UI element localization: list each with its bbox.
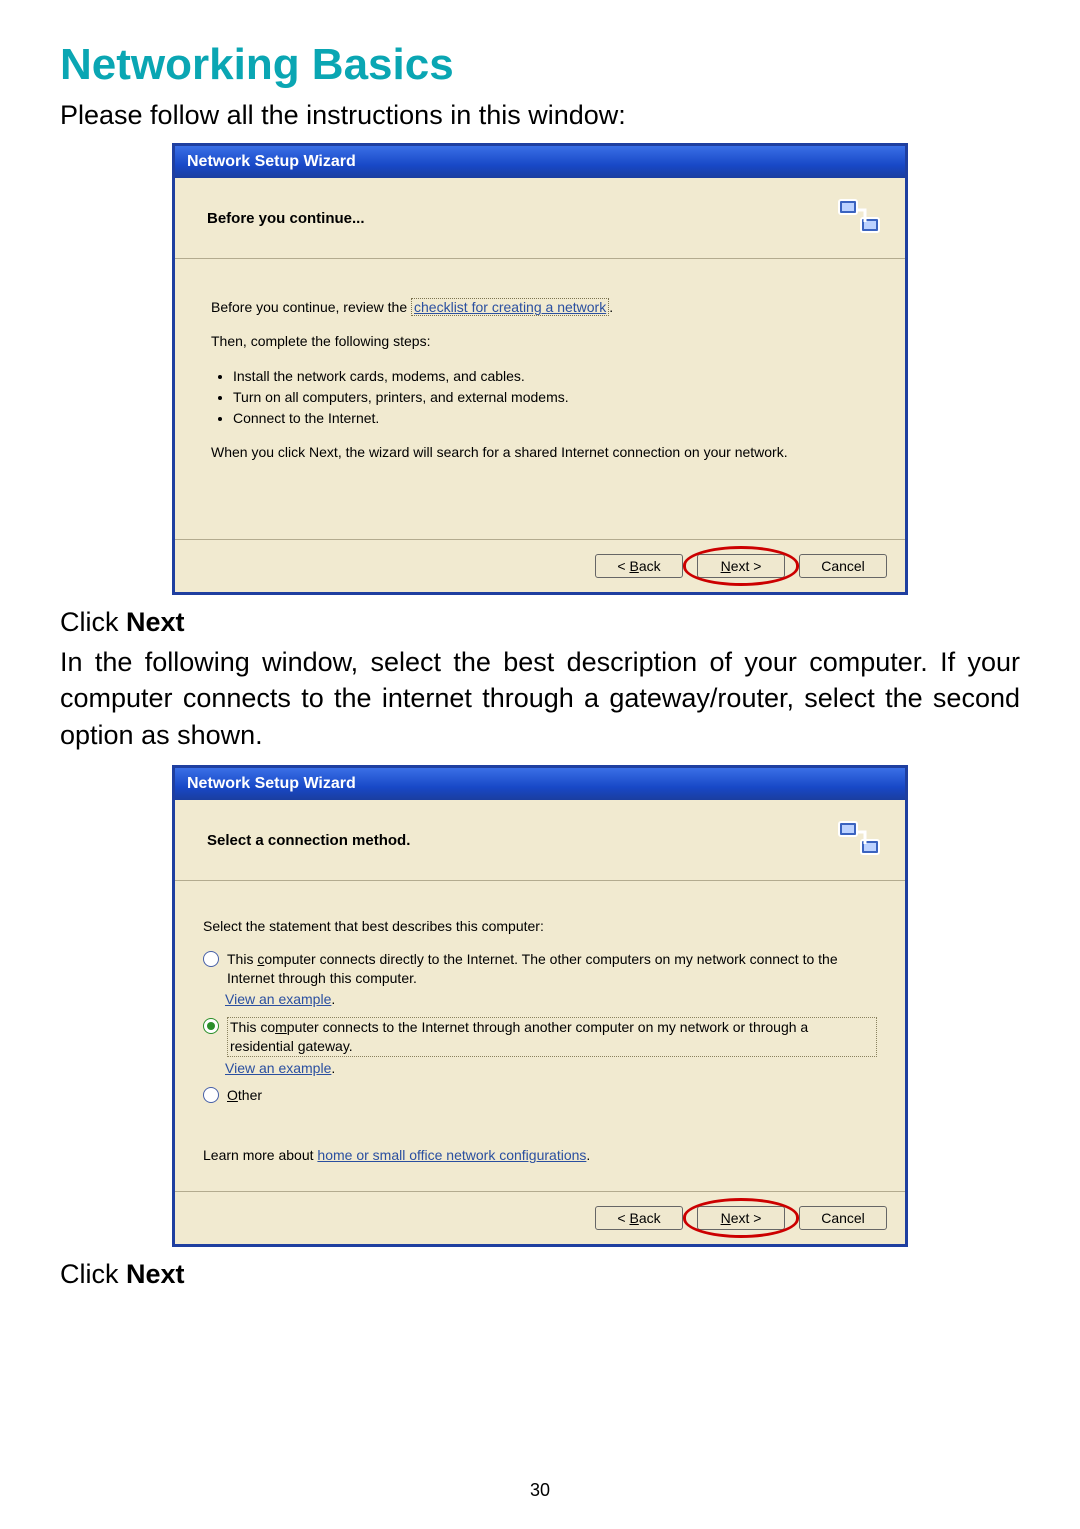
radio-option-gateway[interactable]: This computer connects to the Internet t… <box>203 1017 877 1057</box>
view-example-link-1[interactable]: View an example. <box>225 990 877 1009</box>
text: puter connects to the Internet through a… <box>230 1019 808 1054</box>
search-line: When you click Next, the wizard will sea… <box>211 442 869 462</box>
back-button[interactable]: < Back <box>595 554 683 578</box>
text: This co <box>230 1019 275 1035</box>
wizard-body: Before you continue, review the checklis… <box>175 259 905 539</box>
text: ther <box>238 1087 262 1103</box>
radio-icon <box>203 951 219 967</box>
steps-list: Install the network cards, modems, and c… <box>211 366 869 429</box>
wizard-header-text: Select a connection method. <box>207 832 410 849</box>
text: Before you continue, review the <box>211 299 411 315</box>
radio-icon <box>203 1087 219 1103</box>
text: N <box>721 558 731 574</box>
page-title: Networking Basics <box>60 40 1020 90</box>
list-item: Install the network cards, modems, and c… <box>233 366 869 386</box>
description-text: In the following window, select the best… <box>60 644 1020 753</box>
text: Learn more about <box>203 1147 317 1163</box>
text: B <box>629 1210 638 1226</box>
wizard-header: Before you continue... <box>175 178 905 258</box>
list-item: Turn on all computers, printers, and ext… <box>233 387 869 407</box>
radio-option-direct[interactable]: This computer connects directly to the I… <box>203 950 877 988</box>
cancel-button[interactable]: Cancel <box>799 554 887 578</box>
titlebar: Network Setup Wizard <box>175 768 905 800</box>
click-next-1: Click Next <box>60 607 1020 638</box>
link-text: View an example <box>225 991 331 1007</box>
text: omputer connects directly to the Interne… <box>227 951 838 986</box>
text: Click <box>60 607 126 637</box>
text: . <box>609 299 613 315</box>
next-button-wrap: Next > <box>697 1206 785 1230</box>
next-button[interactable]: Next > <box>697 554 785 578</box>
click-next-2: Click Next <box>60 1259 1020 1290</box>
text: ack <box>639 1210 661 1226</box>
next-button-wrap: Next > <box>697 554 785 578</box>
review-line: Before you continue, review the checklis… <box>211 297 869 317</box>
wizard-header: Select a connection method. <box>175 800 905 880</box>
intro-text: Please follow all the instructions in th… <box>60 100 1020 131</box>
text: . <box>331 1060 335 1076</box>
text: Next <box>126 1259 185 1289</box>
text: B <box>629 558 638 574</box>
text: ext > <box>731 558 762 574</box>
button-bar: < Back Next > Cancel <box>175 1191 905 1244</box>
text: < <box>617 1210 629 1226</box>
text: O <box>227 1087 238 1103</box>
network-icon <box>837 816 885 864</box>
radio-label: This computer connects to the Internet t… <box>227 1017 877 1057</box>
text: This <box>227 951 257 967</box>
radio-label: Other <box>227 1086 262 1105</box>
text: < <box>617 558 629 574</box>
button-bar: < Back Next > Cancel <box>175 539 905 592</box>
text: m <box>275 1019 287 1035</box>
radio-icon <box>203 1018 219 1034</box>
link-text: View an example <box>225 1060 331 1076</box>
checklist-link[interactable]: checklist for creating a network <box>411 298 609 316</box>
text: . <box>331 991 335 1007</box>
wizard-header-text: Before you continue... <box>207 210 365 227</box>
then-line: Then, complete the following steps: <box>211 331 869 351</box>
next-button[interactable]: Next > <box>697 1206 785 1230</box>
cancel-button[interactable]: Cancel <box>799 1206 887 1230</box>
wizard-window-2: Network Setup Wizard Select a connection… <box>172 765 908 1247</box>
text: ack <box>639 558 661 574</box>
text: Click <box>60 1259 126 1289</box>
text: . <box>586 1147 590 1163</box>
text: N <box>721 1210 731 1226</box>
wizard-body: Select the statement that best describes… <box>175 881 905 1191</box>
document-page: Networking Basics Please follow all the … <box>0 0 1080 1529</box>
back-button[interactable]: < Back <box>595 1206 683 1230</box>
text: Next <box>126 607 185 637</box>
prompt-text: Select the statement that best describes… <box>203 917 877 936</box>
page-number: 30 <box>0 1480 1080 1501</box>
view-example-link-2[interactable]: View an example. <box>225 1059 877 1078</box>
titlebar: Network Setup Wizard <box>175 146 905 178</box>
network-icon <box>837 194 885 242</box>
radio-label: This computer connects directly to the I… <box>227 950 877 988</box>
text: ext > <box>731 1210 762 1226</box>
learn-more-link[interactable]: home or small office network configurati… <box>317 1147 586 1163</box>
wizard-window-1: Network Setup Wizard Before you continue… <box>172 143 908 595</box>
list-item: Connect to the Internet. <box>233 408 869 428</box>
learn-more-line: Learn more about home or small office ne… <box>203 1146 877 1165</box>
radio-option-other[interactable]: Other <box>203 1086 877 1105</box>
